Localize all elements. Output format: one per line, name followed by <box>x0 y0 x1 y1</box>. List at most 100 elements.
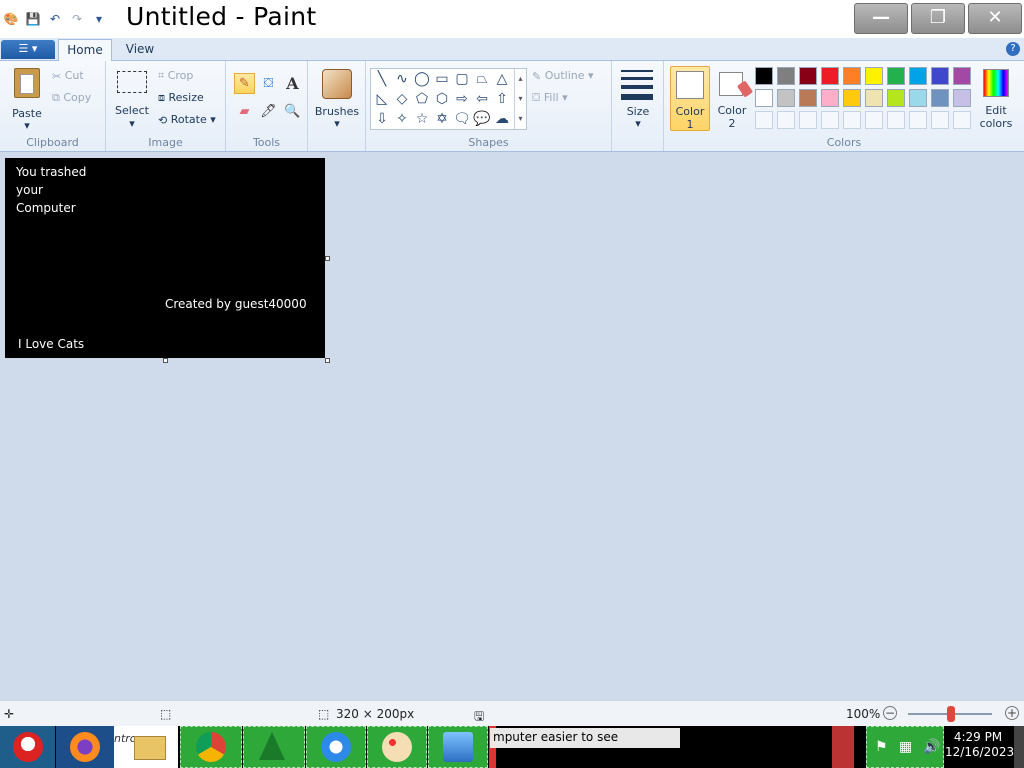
color-swatch[interactable] <box>843 67 861 85</box>
color-swatch[interactable] <box>799 67 817 85</box>
rotate-button[interactable]: ⟲ Rotate ▾ <box>158 113 216 127</box>
pentagon-shape-icon[interactable]: ⬠ <box>412 89 432 109</box>
taskbar-control-panel[interactable] <box>428 726 488 768</box>
line-shape-icon[interactable]: ╲ <box>372 69 392 89</box>
customize-qat-icon[interactable]: ▾ <box>90 10 108 28</box>
polygon-shape-icon[interactable]: ⏢ <box>472 69 492 89</box>
custom-color-slot[interactable] <box>953 111 971 129</box>
taskbar-paint[interactable] <box>367 726 427 768</box>
color1-button[interactable]: Color 1 <box>670 66 710 131</box>
up-arrow-shape-icon[interactable]: ⇧ <box>492 89 512 109</box>
volume-icon[interactable]: 🔊 <box>923 739 940 755</box>
rounded-callout-shape-icon[interactable]: 🗨 <box>452 109 472 129</box>
color-swatch[interactable] <box>777 89 795 107</box>
taskbar-chrome[interactable] <box>180 726 242 768</box>
custom-color-slot[interactable] <box>821 111 839 129</box>
flag-icon[interactable]: ⚑ <box>875 739 888 755</box>
five-point-star-shape-icon[interactable]: ☆ <box>412 109 432 129</box>
color-swatch[interactable] <box>953 89 971 107</box>
custom-color-slot[interactable] <box>931 111 949 129</box>
color-swatch[interactable] <box>887 67 905 85</box>
resize-button[interactable]: ⧈ Resize <box>158 91 204 105</box>
resize-handle-corner[interactable] <box>325 358 330 363</box>
fill-button[interactable]: ⛋ Fill ▾ <box>532 91 568 105</box>
drawing-canvas[interactable]: You trashed your Computer Created by gue… <box>5 158 325 358</box>
taskbar-tree-app[interactable] <box>243 726 305 768</box>
cut-button[interactable]: ✂ Cut <box>52 69 84 83</box>
fill-tool[interactable]: ⛋ <box>258 73 279 94</box>
color-swatch[interactable] <box>865 67 883 85</box>
paint-app-icon[interactable]: 🎨 <box>2 10 20 28</box>
select-button[interactable]: Select ▾ <box>114 67 150 130</box>
right-arrow-shape-icon[interactable]: ⇨ <box>452 89 472 109</box>
down-arrow-shape-icon[interactable]: ⇩ <box>372 109 392 129</box>
eraser-tool[interactable]: ▰ <box>234 101 255 122</box>
crop-button[interactable]: ⌗ Crop <box>158 69 193 83</box>
taskbar-messenger[interactable] <box>306 726 366 768</box>
resize-handle-bottom[interactable] <box>163 358 168 363</box>
color-swatch[interactable] <box>887 89 905 107</box>
copy-button[interactable]: ⧉ Copy <box>52 91 91 105</box>
close-button[interactable]: ✕ <box>968 3 1022 34</box>
file-menu-button[interactable]: ☰ ▾ <box>1 40 55 59</box>
color-swatch[interactable] <box>931 67 949 85</box>
hexagon-shape-icon[interactable]: ⬡ <box>432 89 452 109</box>
tab-view[interactable]: View <box>118 39 162 61</box>
custom-color-slot[interactable] <box>799 111 817 129</box>
taskbar-clock[interactable]: 4:29 PM 12/16/2023 <box>945 730 1014 760</box>
color-swatch[interactable] <box>909 89 927 107</box>
shapes-scrollbar[interactable]: ▴ ▾ ▾ <box>514 69 526 129</box>
zoom-out-button[interactable]: − <box>883 706 897 720</box>
color-swatch[interactable] <box>799 89 817 107</box>
brushes-button[interactable]: Brushes ▾ <box>314 65 360 131</box>
restore-button[interactable]: ❐ <box>911 3 965 34</box>
taskbar-explorer[interactable]: ntro <box>114 726 178 768</box>
taskbar-firefox[interactable] <box>56 726 114 768</box>
triangle-shape-icon[interactable]: △ <box>492 69 512 89</box>
start-button[interactable] <box>0 726 55 768</box>
canvas-workspace[interactable]: You trashed your Computer Created by gue… <box>0 152 1024 700</box>
show-desktop-button[interactable] <box>1014 726 1024 768</box>
paste-button[interactable]: Paste ▾ <box>8 65 46 132</box>
color-swatch[interactable] <box>755 67 773 85</box>
color-swatch[interactable] <box>931 89 949 107</box>
color-swatch[interactable] <box>865 89 883 107</box>
custom-color-slot[interactable] <box>865 111 883 129</box>
text-tool[interactable]: A <box>282 73 303 94</box>
custom-color-slot[interactable] <box>909 111 927 129</box>
zoom-in-button[interactable]: + <box>1005 706 1019 720</box>
edit-colors-button[interactable]: Edit colors <box>976 66 1016 131</box>
oval-callout-shape-icon[interactable]: 💬 <box>472 109 492 129</box>
color-swatch[interactable] <box>777 67 795 85</box>
color-swatch[interactable] <box>843 89 861 107</box>
oval-shape-icon[interactable]: ◯ <box>412 69 432 89</box>
four-point-star-shape-icon[interactable]: ✧ <box>392 109 412 129</box>
left-arrow-shape-icon[interactable]: ⇦ <box>472 89 492 109</box>
rectangle-shape-icon[interactable]: ▭ <box>432 69 452 89</box>
rounded-rectangle-shape-icon[interactable]: ▢ <box>452 69 472 89</box>
magnifier-tool[interactable]: 🔍 <box>282 101 303 122</box>
size-button[interactable]: Size ▾ <box>618 67 658 131</box>
right-triangle-shape-icon[interactable]: ◺ <box>372 89 392 109</box>
custom-color-slot[interactable] <box>887 111 905 129</box>
custom-color-slot[interactable] <box>755 111 773 129</box>
taskbar-tray-app[interactable] <box>832 726 854 768</box>
network-icon[interactable]: ▦ <box>899 739 912 755</box>
diamond-shape-icon[interactable]: ◇ <box>392 89 412 109</box>
pencil-tool[interactable]: ✎ <box>234 73 255 94</box>
save-icon[interactable]: 💾 <box>24 10 42 28</box>
help-icon[interactable]: ? <box>1006 42 1020 56</box>
six-point-star-shape-icon[interactable]: ✡ <box>432 109 452 129</box>
resize-handle-right[interactable] <box>325 256 330 261</box>
redo-icon[interactable]: ↷ <box>68 10 86 28</box>
color-swatch[interactable] <box>821 67 839 85</box>
custom-color-slot[interactable] <box>777 111 795 129</box>
tab-home[interactable]: Home <box>58 39 112 61</box>
custom-color-slot[interactable] <box>843 111 861 129</box>
cloud-callout-shape-icon[interactable]: ☁ <box>492 109 512 129</box>
color2-button[interactable]: Color 2 <box>712 66 754 131</box>
minimize-button[interactable]: — <box>854 3 908 34</box>
color-picker-tool[interactable]: 🖊 <box>258 101 279 122</box>
zoom-slider-thumb[interactable] <box>947 706 955 722</box>
outline-button[interactable]: ✎ Outline ▾ <box>532 69 594 83</box>
